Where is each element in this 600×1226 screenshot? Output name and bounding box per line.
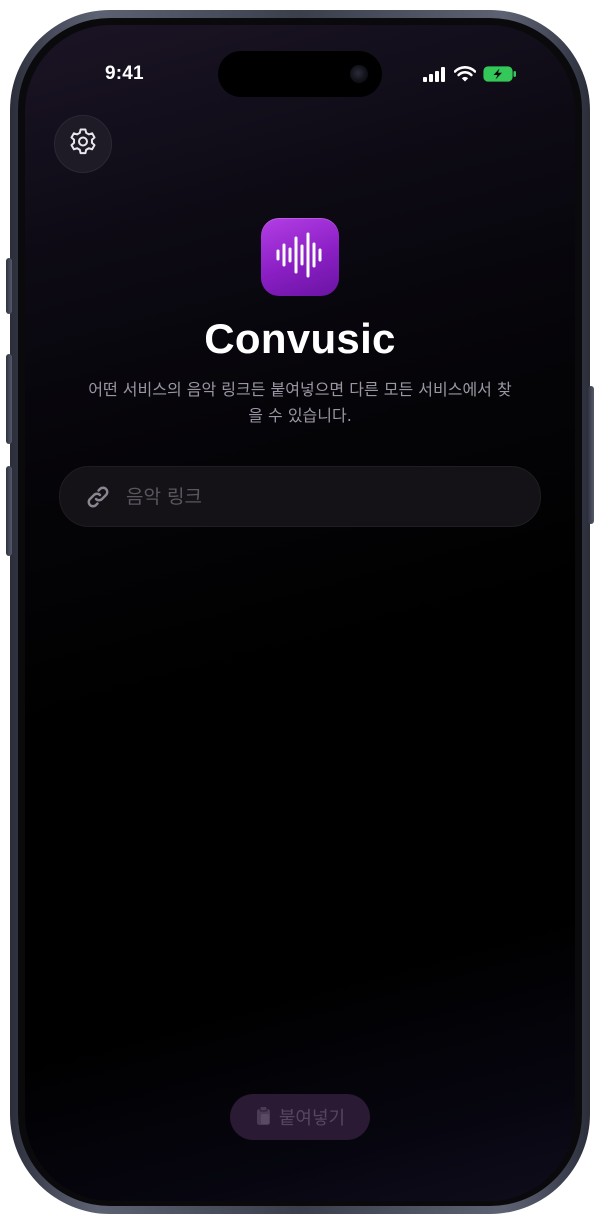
action-button xyxy=(6,258,12,314)
paste-button[interactable]: 붙여넣기 xyxy=(230,1094,370,1140)
volume-up-button xyxy=(6,354,12,444)
paste-button-label: 붙여넣기 xyxy=(278,1108,346,1129)
link-icon xyxy=(84,483,112,511)
status-time: 9:41 xyxy=(105,63,144,84)
app-logo xyxy=(261,218,339,296)
music-link-input[interactable] xyxy=(126,467,540,526)
gear-icon xyxy=(67,126,99,163)
status-icons xyxy=(423,66,517,87)
power-button xyxy=(588,386,594,524)
sound-wave-icon xyxy=(274,232,326,283)
battery-charging-icon xyxy=(483,66,517,87)
music-link-field[interactable] xyxy=(59,466,541,527)
clipboard-icon xyxy=(255,1105,273,1130)
dynamic-island xyxy=(218,51,382,97)
app-title: Convusic xyxy=(204,315,396,362)
settings-button[interactable] xyxy=(54,115,112,173)
app-description: 어떤 서비스의 음악 링크든 붙여넣으면 다른 모든 서비스에서 찾을 수 있습… xyxy=(88,380,512,425)
app-screen: 9:41 Convusic 어떤 서비스의 음악 링크든 붙여넣으면 다른 모든… xyxy=(25,25,575,1201)
cellular-signal-icon xyxy=(423,66,447,87)
front-camera xyxy=(350,65,368,83)
wifi-icon xyxy=(453,66,477,87)
volume-down-button xyxy=(6,466,12,556)
